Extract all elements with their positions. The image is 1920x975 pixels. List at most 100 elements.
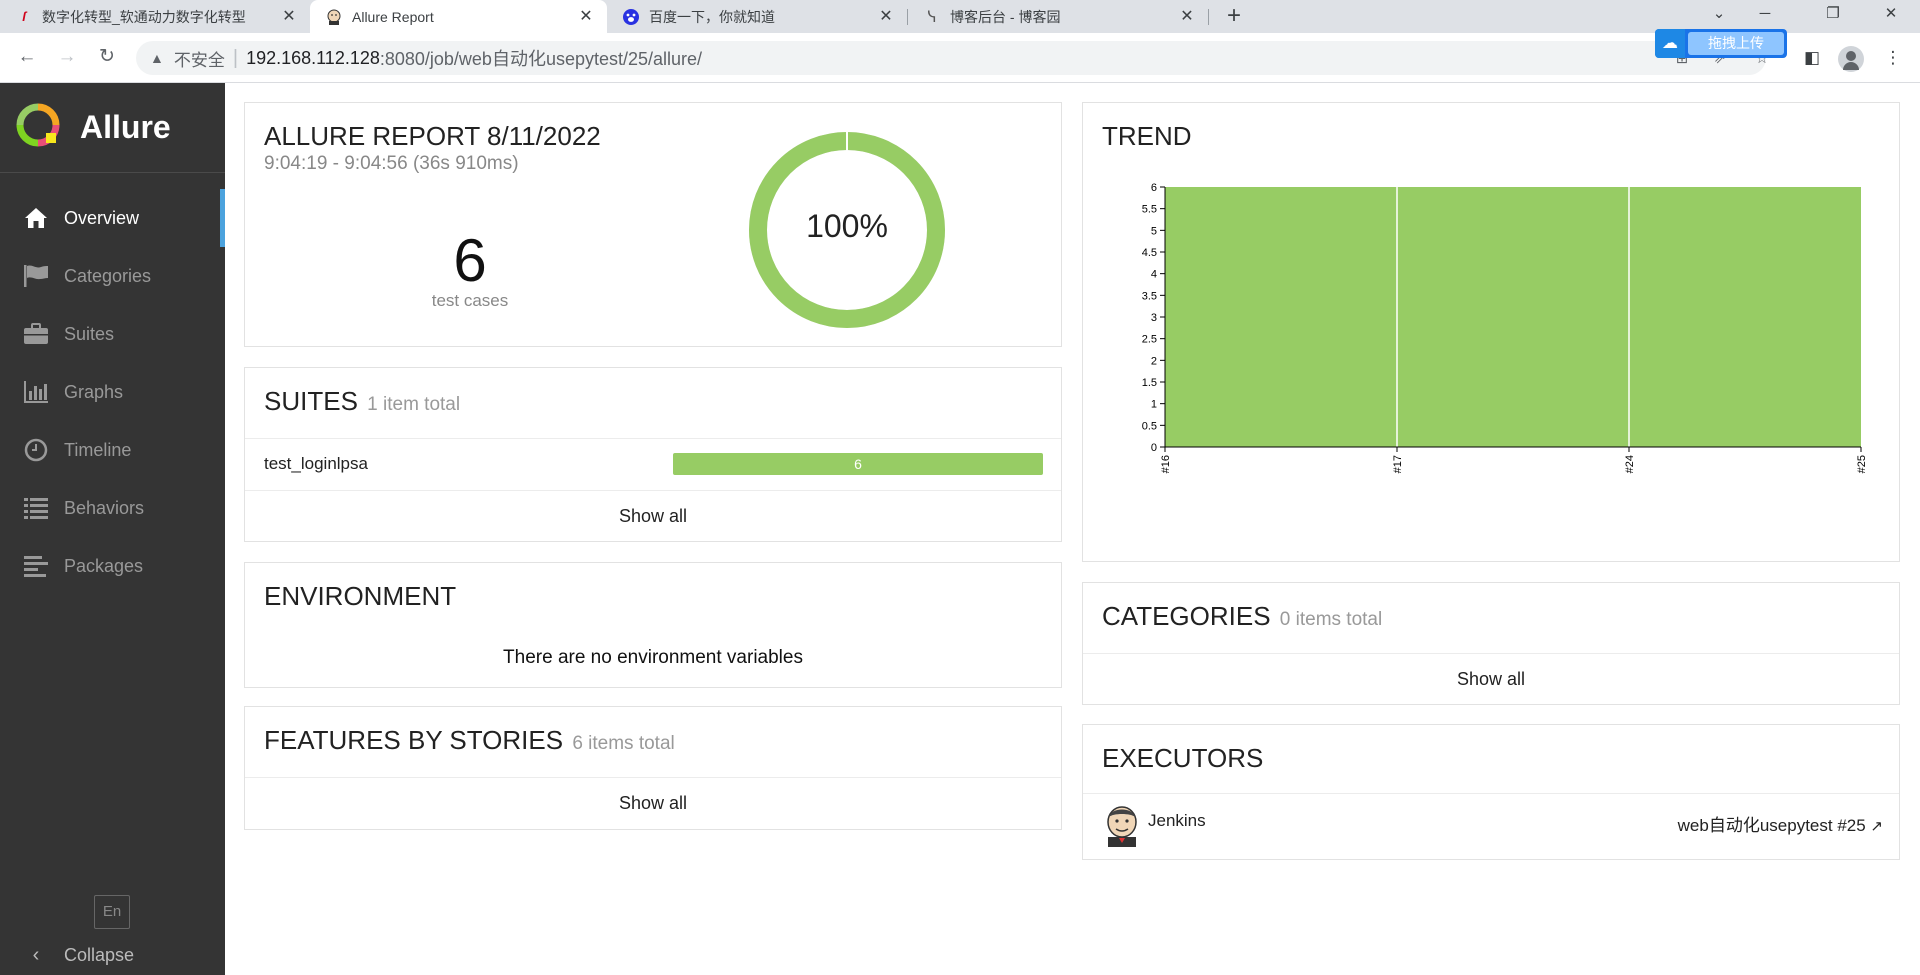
trend-y-tick-label: 6 [1151, 182, 1157, 194]
jenkins-icon [326, 9, 342, 25]
briefcase-icon [22, 321, 50, 347]
test-case-count-label: test cases [431, 291, 509, 310]
summary-widget: ALLURE REPORT 8/11/2022 9:04:19 - 9:04:5… [244, 102, 1062, 347]
browser-tab-cnblogs[interactable]: ᓭ 博客后台 - 博客园 ✕ [908, 0, 1208, 33]
trend-chart[interactable]: 0 0.5 1 1.5 2 2.5 3 3.5 4 4.5 5 5.5 6 #16 #17 #24 #25 [1083, 163, 1899, 561]
flag-icon [22, 263, 50, 289]
sidebar-item-categories[interactable]: Categories [0, 247, 225, 305]
forward-icon[interactable]: → [52, 42, 82, 72]
trend-x-tick-label: #16 [1160, 455, 1172, 473]
divider [245, 777, 1061, 778]
external-link-icon: ↗ [1870, 818, 1883, 835]
baidu-icon [623, 8, 639, 25]
sidebar-item-graphs[interactable]: Graphs [0, 363, 225, 421]
suites-title: SUITES 1 item total [264, 386, 461, 416]
executor-build-label: web自动化usepytest #25 [1677, 816, 1866, 835]
close-tab-icon[interactable]: ✕ [278, 6, 300, 28]
close-tab-icon[interactable]: ✕ [875, 6, 897, 28]
trend-y-tick-label: 2 [1151, 355, 1157, 367]
trend-y-tick-label: 1 [1151, 399, 1157, 411]
address-bar[interactable]: ▲ 不安全 | 192.168.112.128 :8080/job/web自动化… [136, 41, 1766, 75]
sidebar-item-behaviors[interactable]: Behaviors [0, 479, 225, 537]
cnblogs-icon: ᓭ [927, 8, 937, 26]
trend-widget: TREND 0 0.5 1 1.5 2 2.5 3 3.5 4 4.5 5 5.5 6 #16 #17 #24… [1082, 102, 1900, 562]
categories-title: CATEGORIES 0 items total [1102, 601, 1383, 631]
upload-extension-button[interactable]: ☁ 拖拽上传 [1655, 29, 1787, 58]
trend-passed-area [1165, 187, 1861, 447]
sidebar-item-label: Packages [64, 555, 144, 576]
new-tab-button[interactable]: + [1220, 2, 1248, 30]
trend-x-tick-label: #24 [1624, 455, 1636, 473]
upload-extension-label: 拖拽上传 [1688, 32, 1784, 55]
trend-y-tick-label: 4 [1151, 269, 1157, 281]
trend-y-tick-label: 0.5 [1142, 420, 1157, 432]
trend-y-tick-label: 5.5 [1142, 204, 1157, 216]
sidebar-item-label: Overview [64, 207, 140, 228]
side-panel-icon[interactable]: ◧ [1799, 45, 1825, 71]
suite-passed-bar[interactable]: 6 [673, 453, 1043, 475]
browser-tab-baidu[interactable]: 百度一下，你就知道 ✕ [607, 0, 907, 33]
trend-y-tick-label: 2.5 [1142, 334, 1157, 346]
trend-y-tick-label: 3 [1151, 312, 1157, 324]
warning-icon[interactable]: ▲ [150, 50, 164, 66]
sidebar-item-label: Categories [64, 265, 152, 286]
browser-tab-softstone[interactable]: ſ 数字化转型_软通动力数字化转型 ✕ [0, 0, 310, 33]
back-icon[interactable]: ← [12, 42, 42, 72]
browser-tab-strip: ſ 数字化转型_软通动力数字化转型 ✕ Allure Report ✕ 百度一下… [0, 0, 1920, 33]
brand-name: Allure [80, 109, 171, 145]
sidebar-item-packages[interactable]: Packages [0, 537, 225, 595]
close-tab-icon[interactable]: ✕ [575, 6, 597, 28]
close-window-button[interactable]: ✕ [1868, 0, 1914, 30]
tab-title: 数字化转型_软通动力数字化转型 [42, 8, 246, 25]
executor-build-link[interactable]: web自动化usepytest #25 ↗ [1678, 811, 1883, 836]
environment-title: ENVIRONMENT [264, 581, 457, 611]
align-left-icon [22, 553, 50, 579]
environment-empty-message: There are no environment variables [503, 647, 803, 668]
categories-total: 0 items total [1279, 609, 1383, 630]
suite-name: test_loginlpsa [264, 454, 368, 473]
chevron-left-icon: ‹ [32, 943, 40, 966]
collapse-button[interactable]: ‹ Collapse [0, 935, 225, 975]
suites-widget: SUITES 1 item total test_loginlpsa 6 Sho… [244, 367, 1062, 542]
close-tab-icon[interactable]: ✕ [1176, 6, 1198, 28]
language-switch-button[interactable]: En [94, 895, 130, 929]
sidebar-item-label: Graphs [64, 381, 124, 402]
features-show-all-link[interactable]: Show all [245, 793, 1061, 814]
sidebar-item-label: Behaviors [64, 497, 145, 518]
tab-title: 百度一下，你就知道 [649, 8, 775, 25]
features-widget: FEATURES BY STORIES 6 items total Show a… [244, 706, 1062, 830]
reload-icon[interactable]: ↻ [92, 42, 122, 72]
list-icon [22, 495, 50, 521]
sidebar-item-overview[interactable]: Overview [0, 189, 225, 247]
minimize-button[interactable]: ─ [1742, 0, 1788, 30]
report-title: ALLURE REPORT 8/11/2022 [264, 121, 601, 151]
url-host: 192.168.112.128 [246, 47, 380, 68]
brand[interactable]: Allure [0, 83, 225, 173]
suite-row[interactable]: test_loginlpsa 6 [245, 439, 1061, 490]
trend-y-tick-label: 3.5 [1142, 290, 1157, 302]
categories-show-all-link[interactable]: Show all [1083, 669, 1899, 690]
executors-widget: EXECUTORS Jenkins web自动化usepytest #25 ↗ [1082, 724, 1900, 860]
sidebar-item-timeline[interactable]: Timeline [0, 421, 225, 479]
menu-dots-icon[interactable]: ⋮ [1880, 45, 1906, 71]
cloud-icon: ☁ [1655, 29, 1685, 58]
url-path: :8080/job/web自动化usepytest/25/allure/ [379, 49, 703, 69]
sidebar-item-label: Suites [64, 323, 115, 344]
browser-tab-allure[interactable]: Allure Report ✕ [310, 0, 607, 33]
profile-avatar-icon[interactable] [1838, 46, 1864, 72]
home-icon [22, 205, 50, 231]
divider [245, 490, 1061, 491]
report-time-range: 9:04:19 - 9:04:56 (36s 910ms) [264, 153, 519, 174]
trend-y-tick-label: 0 [1151, 442, 1157, 454]
address-divider: | [232, 46, 239, 69]
features-total: 6 items total [572, 733, 675, 754]
tab-search-icon[interactable]: ⌄ [1696, 0, 1742, 30]
suites-show-all-link[interactable]: Show all [245, 506, 1061, 527]
sidebar-item-label: Timeline [64, 439, 132, 460]
allure-logo-icon [16, 103, 60, 147]
categories-widget: CATEGORIES 0 items total Show all [1082, 582, 1900, 705]
restore-button[interactable]: ❐ [1810, 0, 1856, 30]
tab-divider [1208, 9, 1209, 25]
divider [1083, 793, 1899, 794]
sidebar-item-suites[interactable]: Suites [0, 305, 225, 363]
